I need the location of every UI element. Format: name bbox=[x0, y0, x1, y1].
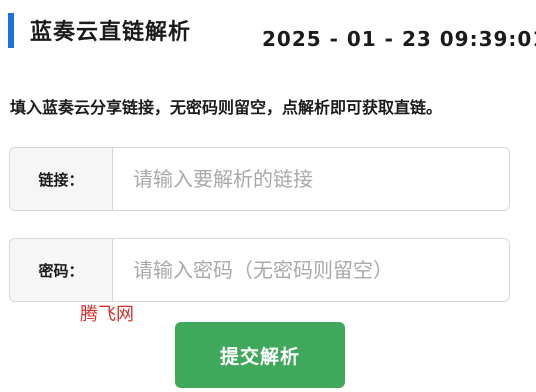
submit-parse-button[interactable]: 提交解析 bbox=[175, 322, 345, 388]
password-input[interactable] bbox=[113, 239, 509, 301]
link-input[interactable] bbox=[113, 148, 509, 210]
link-label: 链接： bbox=[10, 148, 113, 210]
password-label: 密码： bbox=[10, 239, 113, 301]
title-accent-bar bbox=[8, 13, 14, 48]
header: 蓝奏云直链解析 2025 - 01 - 23 09:39:01 bbox=[0, 0, 536, 60]
instruction-text: 填入蓝奏云分享链接，无密码则留空，点解析即可获取直链。 bbox=[10, 98, 443, 117]
page-title: 蓝奏云直链解析 bbox=[30, 20, 192, 45]
password-field-group: 密码： bbox=[9, 238, 510, 302]
link-field-group: 链接： bbox=[9, 147, 510, 211]
datetime-display: 2025 - 01 - 23 09:39:01 bbox=[262, 27, 536, 51]
lanzou-parser-page: 蓝奏云直链解析 2025 - 01 - 23 09:39:01 填入蓝奏云分享链… bbox=[0, 0, 536, 392]
watermark-text: 腾飞网 bbox=[80, 304, 134, 325]
